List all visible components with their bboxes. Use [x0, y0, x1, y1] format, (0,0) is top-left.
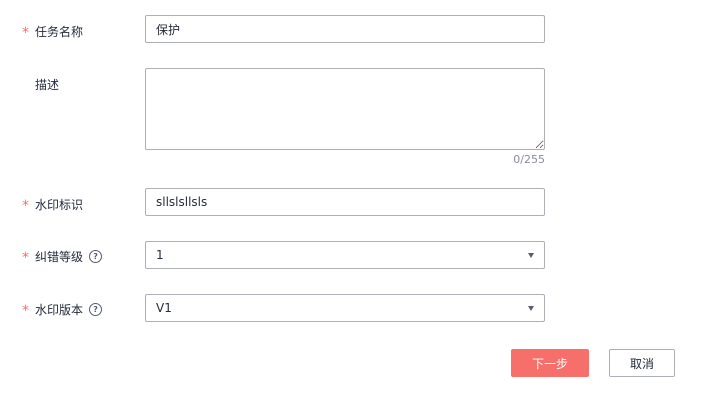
question-circle-icon[interactable]: ?: [89, 302, 103, 316]
task-name-input[interactable]: [145, 15, 545, 43]
caret-down-icon: [528, 252, 534, 258]
required-mark: *: [22, 24, 29, 41]
description-char-counter: 0/255: [513, 153, 545, 166]
question-circle-icon[interactable]: ?: [89, 249, 103, 263]
next-step-button[interactable]: 下一步: [511, 349, 589, 377]
caret-down-icon: [528, 305, 534, 311]
ecc-level-label: 纠错等级: [35, 249, 84, 264]
required-mark: *: [22, 249, 29, 266]
ecc-level-label-group: * 纠错等级 ?: [22, 246, 103, 266]
task-name-label-group: * 任务名称: [22, 21, 83, 41]
watermark-id-input[interactable]: [145, 188, 545, 216]
watermark-version-label-group: * 水印版本 ?: [22, 299, 103, 319]
watermark-version-label: 水印版本: [35, 302, 84, 317]
description-textarea[interactable]: [145, 68, 545, 150]
required-mark: *: [22, 302, 29, 319]
task-name-label: 任务名称: [35, 24, 84, 39]
watermark-id-label-group: * 水印标识: [22, 194, 83, 214]
required-mark: *: [22, 197, 29, 214]
description-label: 描述: [35, 77, 60, 92]
watermark-id-label: 水印标识: [35, 197, 84, 212]
description-label-group: 描述: [22, 74, 59, 94]
watermark-version-selected-value: V1: [156, 301, 172, 315]
cancel-button[interactable]: 取消: [609, 349, 675, 377]
ecc-level-select[interactable]: 1: [145, 241, 545, 269]
ecc-level-selected-value: 1: [156, 248, 164, 262]
watermark-version-select[interactable]: V1: [145, 294, 545, 322]
